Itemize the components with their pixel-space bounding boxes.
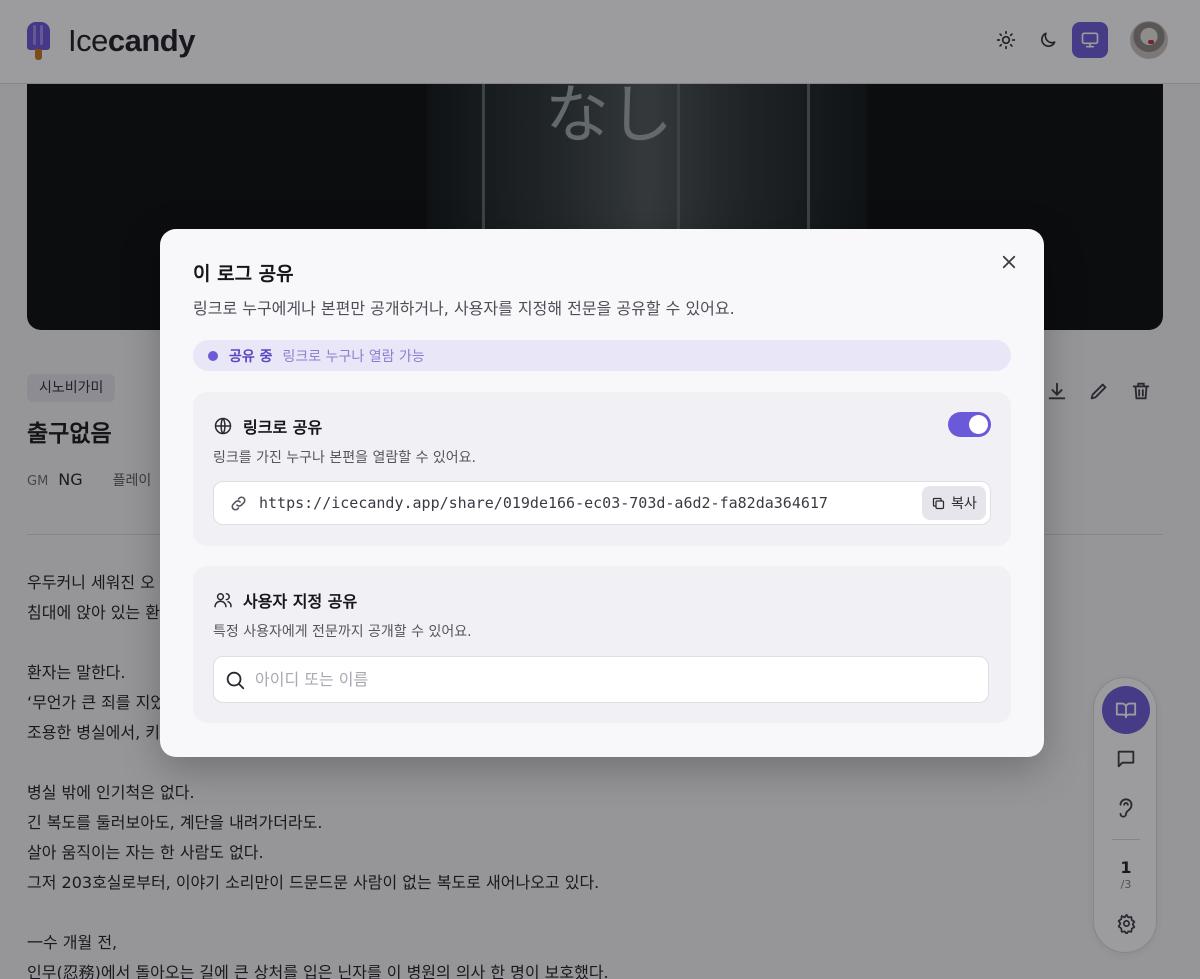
user-share-description: 특정 사용자에게 전문까지 공개할 수 있어요. (213, 624, 472, 640)
status-label: 공유 중 (229, 348, 273, 365)
share-status-badge: 공유 중 링크로 누구나 열람 가능 (193, 340, 1011, 371)
status-dot-icon (208, 350, 218, 361)
users-icon (214, 593, 232, 608)
link-share-card: 링크로 공유 링크를 가진 누구나 본편을 열람할 수 있어요. https:/… (193, 392, 1011, 546)
copy-label: 복사 (951, 496, 977, 512)
user-share-header: 사용자 지정 공유 (213, 588, 357, 612)
close-icon (1002, 255, 1016, 269)
link-share-description: 링크를 가진 누구나 본편을 열람할 수 있어요. (213, 450, 476, 466)
share-url[interactable]: https://icecandy.app/share/019de166-ec03… (259, 494, 828, 512)
link-share-title: 링크로 공유 (243, 418, 323, 437)
globe-icon (214, 417, 232, 435)
copy-icon (932, 497, 945, 509)
copy-link-button[interactable]: 복사 (922, 486, 986, 520)
share-log-modal: 이 로그 공유 링크로 누구에게나 본편만 공개하거나, 사용자를 지정해 전문… (160, 229, 1044, 757)
user-search-input[interactable] (255, 659, 955, 700)
share-url-field[interactable]: https://icecandy.app/share/019de166-ec03… (213, 481, 991, 525)
user-share-card: 사용자 지정 공유 특정 사용자에게 전문까지 공개할 수 있어요. (193, 566, 1011, 723)
link-icon (231, 495, 246, 511)
close-button[interactable] (996, 249, 1022, 275)
user-search-box (213, 656, 989, 703)
link-share-toggle[interactable] (948, 412, 991, 437)
link-share-header: 링크로 공유 (213, 414, 322, 438)
status-detail: 링크로 누구나 열람 가능 (282, 348, 425, 365)
user-share-title: 사용자 지정 공유 (243, 592, 358, 611)
modal-title: 이 로그 공유 (193, 263, 294, 285)
modal-description: 링크로 누구에게나 본편만 공개하거나, 사용자를 지정해 전문을 공유할 수 … (193, 299, 735, 318)
search-icon (226, 671, 245, 689)
